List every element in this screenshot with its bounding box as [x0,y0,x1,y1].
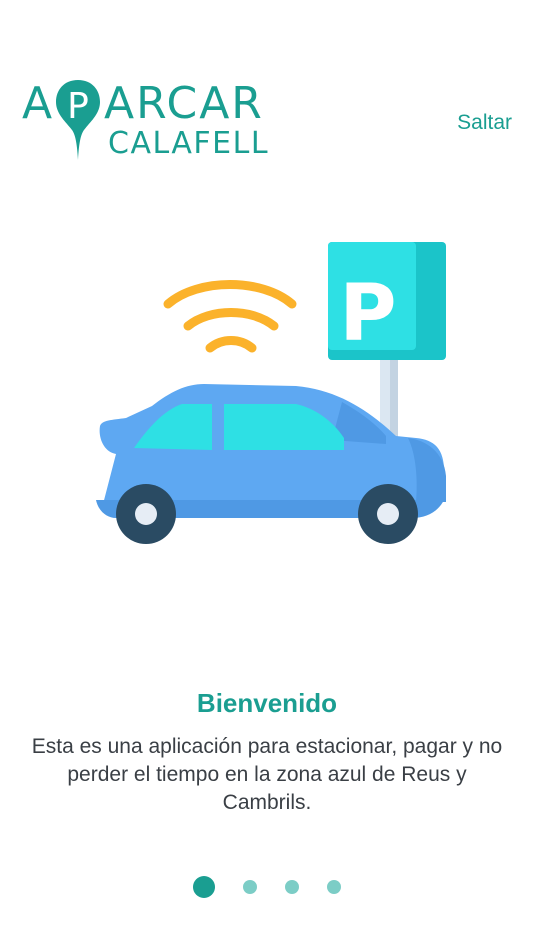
smart-parking-car-icon: P [96,242,446,544]
app-logo: A P ARCAR CALAFELL [22,76,268,166]
page-description: Esta es una aplicación para estacionar, … [31,735,503,814]
page-dot-2[interactable] [243,880,257,894]
page-indicator [0,876,534,898]
page-dot-4[interactable] [327,880,341,894]
logo-pin-letter: P [67,86,89,127]
page-dot-1[interactable] [193,876,215,898]
page-title: Bienvenido [196,688,338,718]
logo-letter-a: A [22,78,55,129]
svg-text:P: P [339,269,396,359]
parking-sign-icon: P [328,242,446,360]
logo-city: CALAFELL [108,126,270,161]
map-pin-icon: P [56,80,100,160]
logo-wordmark: ARCAR [104,78,264,129]
skip-button[interactable]: Saltar [457,111,512,135]
wifi-icon [163,280,297,353]
page-dot-3[interactable] [285,880,299,894]
